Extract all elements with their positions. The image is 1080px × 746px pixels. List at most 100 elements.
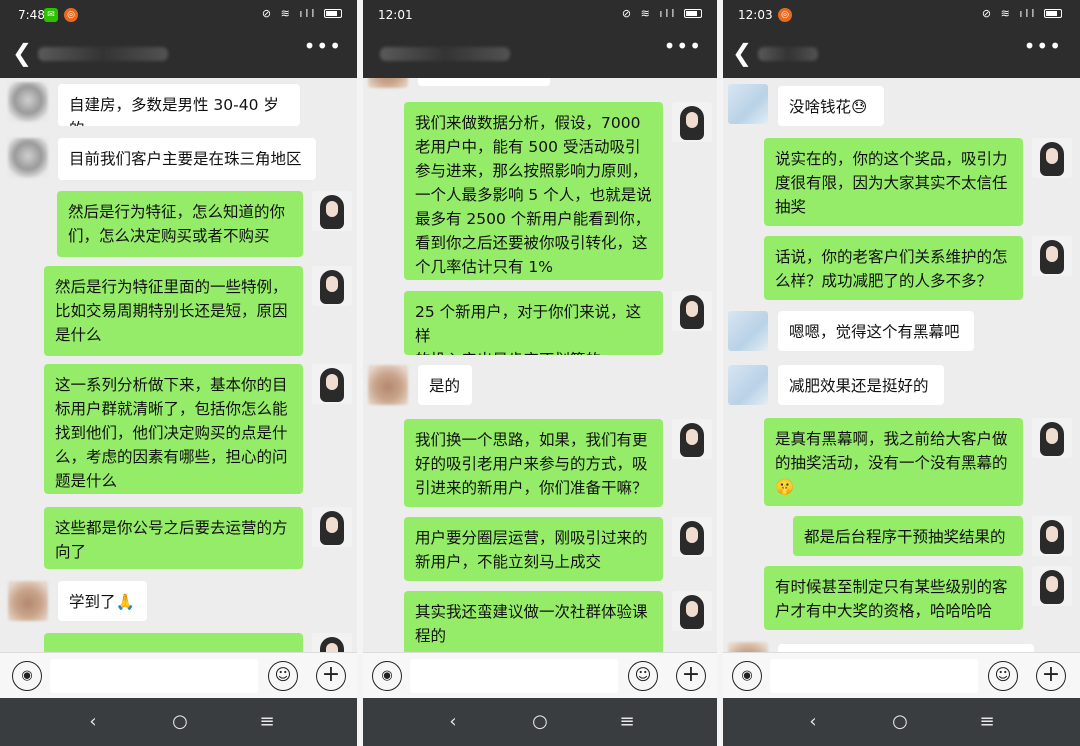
more-options-button[interactable]: ••• [664, 34, 702, 58]
input-bar: ◉ ☺ + [0, 652, 360, 698]
input-bar: ◉ ☺ + [720, 652, 1080, 698]
message-bubble-received[interactable]: 是的 [418, 365, 472, 405]
nav-home-icon[interactable]: ○ [165, 710, 195, 734]
contact-avatar[interactable] [8, 138, 48, 178]
nav-back-icon[interactable]: ‹ [438, 710, 468, 734]
message-bubble-sent[interactable]: 然后是行为特征里面的一些特例， 比如交易周期特别长还是短，原因 是什么 [44, 266, 303, 356]
status-icons: ⊘ ≋ ıll [622, 7, 702, 20]
message-bubble-received[interactable]: 学到了🙏 [58, 581, 147, 621]
voice-input-icon[interactable]: ◉ [732, 661, 762, 691]
input-bar: ◉ ☺ + [360, 652, 720, 698]
chat-title-bar: ❮ ••• [0, 30, 360, 78]
panel-divider [717, 0, 723, 746]
nav-menu-icon[interactable]: ≡ [612, 710, 642, 734]
system-nav-bar: ‹ ○ ≡ [0, 698, 360, 746]
message-input[interactable] [770, 659, 978, 693]
nav-back-icon[interactable]: ‹ [78, 710, 108, 734]
self-avatar[interactable] [312, 507, 352, 547]
back-button[interactable]: ❮ [732, 38, 752, 68]
self-avatar[interactable] [672, 591, 712, 631]
message-bubble-received[interactable]: 减肥效果还是挺好的 [778, 365, 944, 405]
signal-wifi-icons: ⊘ ≋ ıll [981, 7, 1038, 20]
nav-home-icon[interactable]: ○ [885, 710, 915, 734]
message-list[interactable]: 自建房，多数是男性 30-40 岁的 目前我们客户主要是在珠三角地区 然后是行为… [0, 78, 360, 652]
message-bubble-sent-partial[interactable] [44, 633, 303, 652]
back-button[interactable]: ❮ [12, 38, 32, 68]
message-input[interactable] [410, 659, 618, 693]
message-bubble-sent[interactable]: 话说，你的老客户们关系维护的怎 么样？成功减肥了的人多不多？ [764, 236, 1023, 300]
message-bubble-sent[interactable]: 25 个新用户，对于你们来说，这样 的投入产出是肯定不划算的 [404, 291, 663, 355]
contact-avatar[interactable] [368, 365, 408, 405]
message-list[interactable]: 没啥钱花😓 说实在的，你的这个奖品，吸引力 度很有限，因为大家其实不太信任 抽奖… [720, 78, 1080, 652]
message-bubble-sent[interactable]: 我们来做数据分析，假设，7000 老用户中，能有 500 受活动吸引 参与进来，… [404, 102, 663, 280]
signal-wifi-icons: ⊘ ≋ ıll [261, 7, 318, 20]
message-bubble-received[interactable]: 没啥钱花😓 [778, 86, 884, 126]
system-nav-bar: ‹ ○ ≡ [720, 698, 1080, 746]
chat-screen-2: 12:01 ⊘ ≋ ıll ••• 我们来做数据分析，假设，7000 老用户中，… [360, 0, 720, 746]
status-bar: 12:03 ◎ ⊘ ≋ ıll [720, 0, 1080, 30]
battery-icon [324, 9, 342, 18]
message-bubble-sent[interactable]: 是真有黑幕啊，我之前给大客户做 的抽奖活动，没有一个没有黑幕的 🤫 [764, 418, 1023, 506]
more-options-button[interactable]: ••• [1024, 34, 1062, 58]
self-avatar[interactable] [1032, 138, 1072, 178]
status-time: 7:48 [18, 8, 45, 22]
message-bubble-sent[interactable]: 其实我还蛮建议做一次社群体验课 程的 [404, 591, 663, 652]
message-bubble-sent[interactable]: 有时候甚至制定只有某些级别的客 户才有中大奖的资格，哈哈哈哈 [764, 566, 1023, 630]
panel-divider [357, 0, 363, 746]
message-bubble-received[interactable]: 嗯嗯，觉得这个有黑幕吧 [778, 311, 974, 351]
message-bubble-sent[interactable]: 都是后台程序干预抽奖结果的 [793, 516, 1023, 556]
plus-icon[interactable]: + [1036, 661, 1066, 691]
nav-menu-icon[interactable]: ≡ [972, 710, 1002, 734]
nav-home-icon[interactable]: ○ [525, 710, 555, 734]
message-bubble-sent[interactable]: 然后是行为特征，怎么知道的你 们，怎么决定购买或者不购买 [57, 191, 303, 257]
contact-avatar[interactable] [728, 365, 768, 405]
status-bar: 12:01 ⊘ ≋ ıll [360, 0, 720, 30]
plus-icon[interactable]: + [316, 661, 346, 691]
self-avatar[interactable] [312, 191, 352, 231]
status-icons: ⊘ ≋ ıll [982, 7, 1062, 20]
message-bubble-sent[interactable]: 这一系列分析做下来，基本你的目 标用户群就清晰了，包括你怎么能 找到他们，他们决… [44, 364, 303, 494]
self-avatar[interactable] [672, 102, 712, 142]
voice-input-icon[interactable]: ◉ [372, 661, 402, 691]
contact-avatar[interactable] [8, 82, 48, 122]
plus-icon[interactable]: + [676, 661, 706, 691]
status-time: 12:03 [738, 8, 773, 22]
contact-avatar[interactable] [8, 581, 48, 621]
battery-icon [1044, 9, 1062, 18]
contact-avatar[interactable] [728, 642, 768, 652]
nav-back-icon[interactable]: ‹ [798, 710, 828, 734]
message-bubble-received-partial[interactable] [418, 78, 550, 86]
self-avatar[interactable] [672, 517, 712, 557]
message-bubble-sent[interactable]: 这些都是你公号之后要去运营的方 向了 [44, 507, 303, 569]
self-avatar[interactable] [312, 364, 352, 404]
self-avatar[interactable] [1032, 516, 1072, 556]
self-avatar[interactable] [1032, 566, 1072, 606]
self-avatar[interactable] [672, 419, 712, 459]
self-avatar[interactable] [1032, 418, 1072, 458]
message-input[interactable] [50, 659, 258, 693]
voice-input-icon[interactable]: ◉ [12, 661, 42, 691]
contact-avatar[interactable] [368, 78, 408, 88]
emoji-icon[interactable]: ☺ [628, 661, 658, 691]
contact-name-blurred [380, 47, 510, 61]
message-bubble-received[interactable]: 自建房，多数是男性 30-40 岁的 [58, 84, 300, 126]
emoji-icon[interactable]: ☺ [268, 661, 298, 691]
message-bubble-received-partial[interactable] [778, 644, 1034, 652]
emoji-icon[interactable]: ☺ [988, 661, 1018, 691]
message-bubble-sent[interactable]: 我们换一个思路，如果，我们有更 好的吸引老用户来参与的方式，吸 引进来的新用户，… [404, 419, 663, 507]
contact-avatar[interactable] [728, 84, 768, 124]
nav-menu-icon[interactable]: ≡ [252, 710, 282, 734]
self-avatar[interactable] [672, 291, 712, 331]
message-bubble-sent[interactable]: 用户要分圈层运营，刚吸引过来的 新用户，不能立刻马上成交 [404, 517, 663, 581]
contact-avatar[interactable] [728, 311, 768, 351]
message-list[interactable]: 我们来做数据分析，假设，7000 老用户中，能有 500 受活动吸引 参与进来，… [360, 78, 720, 652]
more-options-button[interactable]: ••• [304, 34, 342, 58]
self-avatar[interactable] [312, 633, 352, 652]
self-avatar[interactable] [312, 266, 352, 306]
contact-name-blurred [38, 47, 168, 61]
message-bubble-received[interactable]: 目前我们客户主要是在珠三角地区 [58, 138, 316, 180]
app-notification-icon: ◎ [64, 8, 78, 22]
message-bubble-sent[interactable]: 说实在的，你的这个奖品，吸引力 度很有限，因为大家其实不太信任 抽奖 [764, 138, 1023, 226]
battery-icon [684, 9, 702, 18]
self-avatar[interactable] [1032, 236, 1072, 276]
